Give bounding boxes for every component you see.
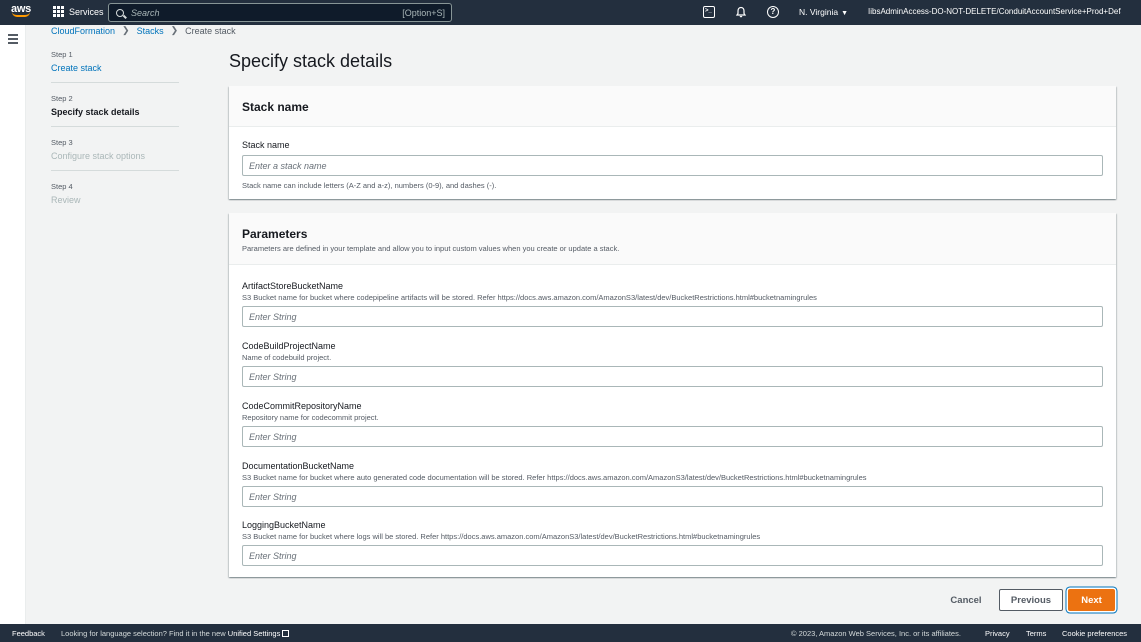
external-link-icon xyxy=(282,630,290,637)
parameter-artifact-store-bucket-name: ArtifactStoreBucketName S3 Bucket name f… xyxy=(242,281,1103,327)
account-menu[interactable]: IibsAdminAccess-DO-NOT-DELETE/ConduitAcc… xyxy=(868,7,1121,16)
search-bar[interactable]: [Option+S] xyxy=(108,3,452,22)
stack-name-label: Stack name xyxy=(242,140,290,150)
aws-logo[interactable]: aws xyxy=(11,4,35,21)
console-footer: Feedback Looking for language selection?… xyxy=(0,624,1141,642)
services-menu-button[interactable]: Services xyxy=(53,6,104,17)
panel-description: Parameters are defined in your template … xyxy=(242,244,620,253)
codebuild-project-name-input[interactable] xyxy=(242,366,1103,387)
parameter-description: Repository name for codecommit project. xyxy=(242,413,379,422)
cloudshell-icon[interactable] xyxy=(703,6,715,18)
search-input[interactable] xyxy=(131,7,391,18)
step-number: Step 3 xyxy=(51,138,73,147)
stack-name-input[interactable] xyxy=(242,155,1103,176)
aws-logo-text: aws xyxy=(11,3,31,15)
search-shortcut-hint: [Option+S] xyxy=(402,8,445,18)
parameter-logging-bucket-name: LoggingBucketName S3 Bucket name for buc… xyxy=(242,520,1103,566)
wizard-step-3: Step 3 Configure stack options xyxy=(51,138,179,171)
step-label-review: Review xyxy=(51,195,81,205)
step-number: Step 1 xyxy=(51,50,73,59)
step-label-configure-stack-options: Configure stack options xyxy=(51,151,146,161)
logging-bucket-name-input[interactable] xyxy=(242,545,1103,566)
parameter-codebuild-project-name: CodeBuildProjectName Name of codebuild p… xyxy=(242,341,1103,387)
parameter-description: S3 Bucket name for bucket where logs wil… xyxy=(242,532,761,541)
stack-name-constraint: Stack name can include letters (A-Z and … xyxy=(242,181,497,190)
hamburger-menu-icon[interactable] xyxy=(8,34,18,46)
parameter-label: LoggingBucketName xyxy=(242,520,326,530)
step-label-specify-stack-details: Specify stack details xyxy=(51,107,140,117)
parameter-documentation-bucket-name: DocumentationBucketName S3 Bucket name f… xyxy=(242,461,1103,507)
next-button[interactable]: Next xyxy=(1068,589,1115,611)
top-navigation: aws Services [Option+S] ? N. Virginia▼ I… xyxy=(0,0,1141,25)
breadcrumb: CloudFormation ❯ Stacks ❯ Create stack xyxy=(51,25,236,36)
wizard-step-1: Step 1 Create stack xyxy=(51,50,179,83)
language-hint-text: Looking for language selection? Find it … xyxy=(61,629,226,638)
parameter-description: Name of codebuild project. xyxy=(242,353,332,362)
breadcrumb-stacks[interactable]: Stacks xyxy=(137,26,164,36)
side-navigation-rail xyxy=(0,25,26,624)
wizard-steps: Step 1 Create stack Step 2 Specify stack… xyxy=(51,50,179,225)
parameters-panel: Parameters Parameters are defined in you… xyxy=(229,213,1116,577)
cookie-preferences-link[interactable]: Cookie preferences xyxy=(1062,629,1127,638)
breadcrumb-cloudformation[interactable]: CloudFormation xyxy=(51,26,115,36)
privacy-link[interactable]: Privacy xyxy=(985,629,1010,638)
parameter-description: S3 Bucket name for bucket where auto gen… xyxy=(242,473,867,482)
previous-button[interactable]: Previous xyxy=(999,589,1063,611)
bell-icon[interactable] xyxy=(735,6,747,18)
services-label: Services xyxy=(69,6,104,17)
region-selector[interactable]: N. Virginia ▼ xyxy=(799,7,848,17)
page-title: Specify stack details xyxy=(229,51,393,71)
parameter-label: CodeBuildProjectName xyxy=(242,341,336,351)
feedback-link[interactable]: Feedback xyxy=(12,629,45,638)
panel-header: Stack name xyxy=(229,86,1116,127)
terms-link[interactable]: Terms xyxy=(1026,629,1046,638)
documentation-bucket-name-input[interactable] xyxy=(242,486,1103,507)
panel-title: Parameters xyxy=(242,227,308,241)
panel-title: Stack name xyxy=(242,100,309,114)
chevron-right-icon: ❯ xyxy=(170,25,179,35)
parameter-label: DocumentationBucketName xyxy=(242,461,355,471)
step-link-create-stack[interactable]: Create stack xyxy=(51,63,179,73)
account-label: IibsAdminAccess-DO-NOT-DELETE/ConduitAcc… xyxy=(868,7,1121,16)
breadcrumb-current: Create stack xyxy=(185,25,236,36)
parameter-description: S3 Bucket name for bucket where codepipe… xyxy=(242,293,817,302)
caret-down-icon: ▼ xyxy=(841,10,848,17)
parameter-codecommit-repository-name: CodeCommitRepositoryName Repository name… xyxy=(242,401,1103,447)
cancel-button[interactable]: Cancel xyxy=(945,589,987,611)
wizard-step-2: Step 2 Specify stack details xyxy=(51,94,179,127)
region-label: N. Virginia xyxy=(799,7,839,17)
parameter-label: ArtifactStoreBucketName xyxy=(242,281,344,291)
grid-icon xyxy=(53,6,64,17)
codecommit-repository-name-input[interactable] xyxy=(242,426,1103,447)
copyright-text: © 2023, Amazon Web Services, Inc. or its… xyxy=(791,629,961,638)
language-hint: Looking for language selection? Find it … xyxy=(61,629,290,638)
stack-name-panel: Stack name Stack name Stack name can inc… xyxy=(229,86,1116,199)
step-number: Step 4 xyxy=(51,182,73,191)
panel-body: Stack name Stack name can include letter… xyxy=(229,127,1116,190)
panel-header: Parameters Parameters are defined in you… xyxy=(229,213,1116,265)
artifact-store-bucket-name-input[interactable] xyxy=(242,306,1103,327)
parameter-label: CodeCommitRepositoryName xyxy=(242,401,362,411)
chevron-right-icon: ❯ xyxy=(122,25,130,35)
step-number: Step 2 xyxy=(51,94,73,103)
unified-settings-link[interactable]: Unified Settings xyxy=(228,629,281,638)
help-icon[interactable]: ? xyxy=(767,6,779,18)
wizard-step-4: Step 4 Review xyxy=(51,182,179,214)
search-icon xyxy=(116,8,124,17)
